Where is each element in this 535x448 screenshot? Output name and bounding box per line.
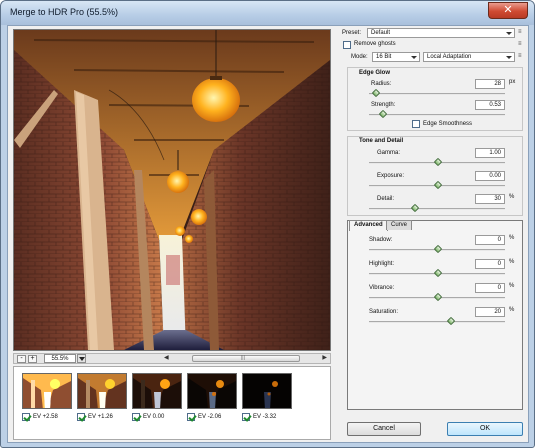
preview-zoom-bar: - + 55.5% ◀ ||| ▶ [13, 353, 331, 364]
settings-panel: Preset: Default ≡ Remove ghosts ≡ Mode: … [339, 26, 527, 444]
scroll-left-arrow-icon[interactable]: ◀ [164, 354, 169, 361]
zoom-out-button[interactable]: - [17, 355, 26, 363]
source-thumbnail[interactable]: EV +1.26 [77, 373, 129, 422]
exposure-label: Exposure: [377, 173, 405, 179]
source-checkbox[interactable] [77, 413, 85, 421]
source-ev-label: EV +2.58 [33, 414, 58, 420]
zoom-dropdown-button[interactable] [77, 354, 86, 363]
source-checkbox[interactable] [132, 413, 140, 421]
method-select[interactable]: Local Adaptation [423, 52, 515, 62]
preset-label: Preset: [342, 30, 362, 36]
hdr-pro-dialog: Merge to HDR Pro (55.5%) ✕ - + 55.5% ◀ |… [0, 0, 535, 448]
tab-curve[interactable]: Curve [386, 220, 413, 230]
scrollbar-thumb[interactable]: ||| [192, 355, 300, 362]
saturation-slider[interactable] [369, 321, 505, 323]
strength-label: Strength: [371, 102, 396, 108]
scroll-right-arrow-icon[interactable]: ▶ [322, 354, 327, 361]
edge-smoothness-checkbox[interactable] [412, 120, 420, 128]
source-thumbnail-image [242, 373, 292, 409]
source-thumbnail-image [187, 373, 237, 409]
exposure-field[interactable]: 0.00 [475, 171, 505, 181]
source-checkbox[interactable] [22, 413, 30, 421]
saturation-label: Saturation: [369, 309, 399, 315]
close-button[interactable]: ✕ [488, 2, 528, 19]
preview-horizontal-scrollbar[interactable]: ◀ ||| ▶ [164, 355, 327, 362]
mode-label: Mode: [351, 54, 368, 60]
highlight-label: Highlight: [369, 261, 395, 267]
radius-label: Radius: [371, 81, 392, 87]
shadow-label: Shadow: [369, 237, 393, 243]
window-title: Merge to HDR Pro (55.5%) [10, 7, 119, 17]
source-ev-label: EV +1.26 [88, 414, 113, 420]
remove-ghosts-label: Remove ghosts [354, 41, 396, 47]
source-thumbnail[interactable]: EV -3.32 [242, 373, 294, 422]
source-thumbnail[interactable]: EV 0.00 [132, 373, 184, 422]
mode-menu-icon[interactable]: ≡ [518, 53, 522, 59]
zoom-in-button[interactable]: + [28, 355, 37, 363]
gamma-field[interactable]: 1.00 [475, 148, 505, 158]
highlight-field[interactable]: 0 [475, 259, 505, 269]
source-thumbnail-image [22, 373, 72, 409]
scrollbar-grip: ||| [241, 355, 245, 361]
preset-menu-icon[interactable]: ≡ [518, 29, 522, 35]
source-ev-label: EV -2.06 [198, 414, 222, 420]
dialog-body: - + 55.5% ◀ ||| ▶ EV +2.58 EV +1.26 EV 0… [7, 25, 529, 443]
source-images-strip: EV +2.58 EV +1.26 EV 0.00 EV -2.06 EV -3… [13, 366, 331, 440]
source-ev-label: EV 0.00 [143, 414, 165, 420]
cancel-button[interactable]: Cancel [347, 422, 421, 436]
bit-depth-select[interactable]: 16 Bit [372, 52, 420, 62]
ghosts-menu-icon[interactable]: ≡ [518, 41, 522, 47]
saturation-unit: % [509, 307, 515, 313]
radius-unit: px [509, 79, 516, 85]
vibrance-field[interactable]: 0 [475, 283, 505, 293]
saturation-field[interactable]: 20 [475, 307, 505, 317]
source-checkbox[interactable] [187, 413, 195, 421]
edge-glow-title: Edge Glow [359, 70, 391, 76]
tab-advanced[interactable]: Advanced [349, 220, 388, 231]
strength-field[interactable]: 0.53 [475, 100, 505, 110]
source-checkbox[interactable] [242, 413, 250, 421]
remove-ghosts-checkbox[interactable] [343, 41, 351, 49]
zoom-level-field[interactable]: 55.5% [44, 354, 76, 363]
detail-slider[interactable] [369, 208, 505, 210]
detail-unit: % [509, 194, 515, 200]
source-thumbnail[interactable]: EV +2.58 [22, 373, 74, 422]
gamma-label: Gamma: [377, 150, 401, 156]
strength-slider[interactable] [369, 114, 505, 116]
detail-label: Detail: [377, 196, 395, 202]
hdr-preview-image[interactable] [13, 29, 331, 351]
vibrance-label: Vibrance: [369, 285, 395, 291]
shadow-unit: % [509, 235, 515, 241]
highlight-unit: % [509, 259, 515, 265]
source-thumbnail-image [77, 373, 127, 409]
source-ev-label: EV -3.32 [253, 414, 277, 420]
source-thumbnail[interactable]: EV -2.06 [187, 373, 239, 422]
radius-slider[interactable] [369, 93, 505, 95]
title-bar: Merge to HDR Pro (55.5%) ✕ [1, 1, 534, 25]
radius-field[interactable]: 28 [475, 79, 505, 89]
alley-photo [14, 30, 330, 350]
edge-smoothness-label: Edge Smoothness [423, 121, 473, 127]
source-thumbnail-image [132, 373, 182, 409]
ok-button[interactable]: OK [447, 422, 523, 436]
detail-field[interactable]: 30 [475, 194, 505, 204]
preset-select[interactable]: Default [367, 28, 515, 38]
vibrance-unit: % [509, 283, 515, 289]
tone-detail-title: Tone and Detail [359, 138, 404, 144]
shadow-field[interactable]: 0 [475, 235, 505, 245]
